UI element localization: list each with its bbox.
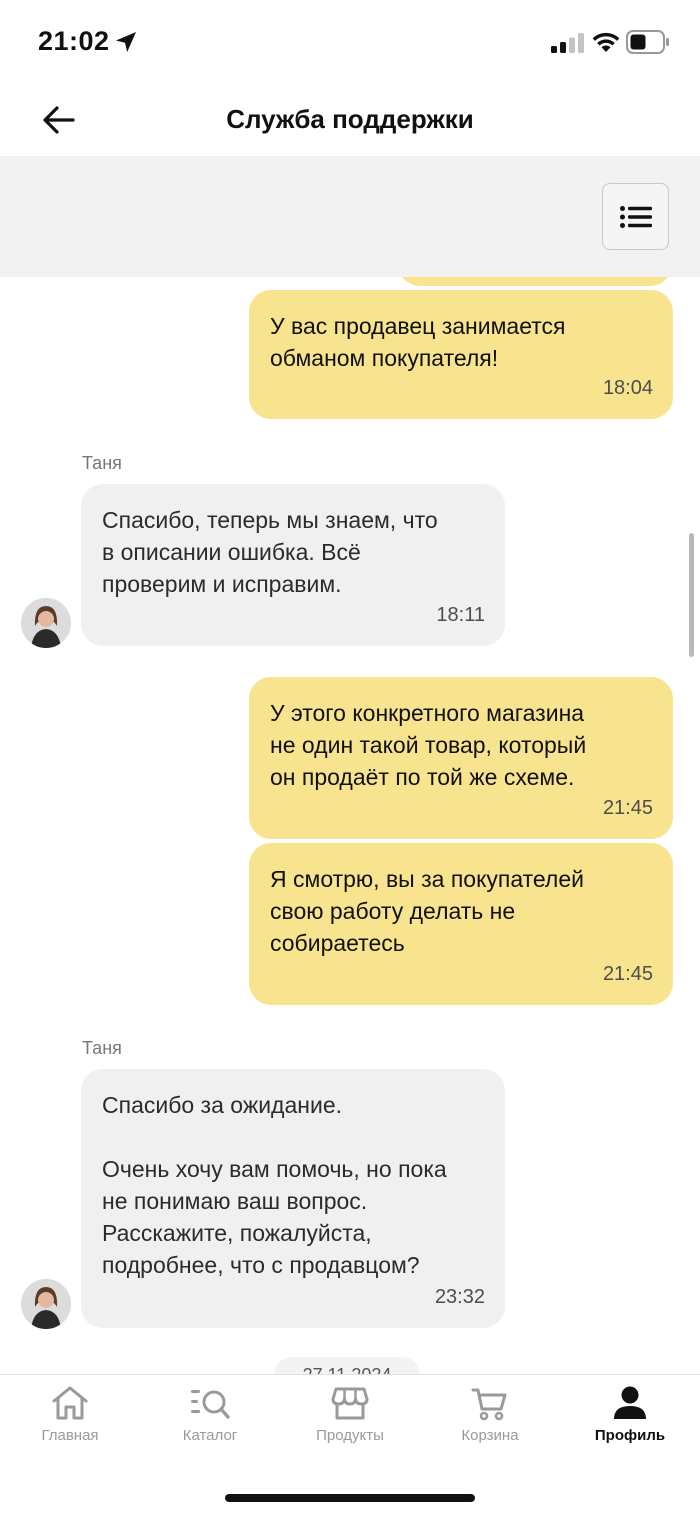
message-time: 23:32	[434, 1286, 485, 1308]
sender-name: Таня	[82, 453, 122, 473]
tab-products[interactable]: Продукты	[280, 1385, 420, 1444]
sender-name: Таня	[82, 1038, 122, 1058]
tab-label: Корзина	[461, 1427, 519, 1444]
app-header: Служба поддержки	[0, 84, 700, 156]
message-bubble-incoming: Спасибо, теперь мы знаем, что в описании…	[81, 484, 505, 646]
profile-icon	[614, 1386, 646, 1419]
operator-photo	[21, 1279, 71, 1329]
message-bubble-outgoing: У этого конкретного магазина не один так…	[249, 677, 673, 839]
message-text: У этого конкретного магазина не один так…	[270, 700, 587, 790]
page-title: Служба поддержки	[226, 104, 474, 134]
wifi-icon	[592, 32, 620, 52]
operator-photo	[21, 598, 71, 648]
store-icon	[331, 1387, 369, 1420]
message-text: Я смотрю, вы за покупателей свою работу …	[270, 866, 584, 956]
message-time: 18:04	[602, 377, 653, 399]
scrollbar[interactable]	[689, 533, 694, 657]
message-time: 18:11	[436, 604, 485, 626]
list-icon	[619, 205, 652, 228]
message-bubble-partial	[398, 277, 672, 286]
tab-label: Каталог	[182, 1427, 238, 1444]
battery-icon	[626, 30, 669, 54]
home-indicator[interactable]	[225, 1494, 475, 1502]
tab-catalog[interactable]: Каталог	[140, 1385, 280, 1444]
message-bubble-outgoing: Я смотрю, вы за покупателей свою работу …	[249, 843, 673, 1005]
tab-cart[interactable]: Корзина	[420, 1385, 560, 1444]
catalog-search-icon	[191, 1390, 230, 1419]
message-bubble-outgoing: У вас продавец занимается обманом покупа…	[249, 290, 673, 419]
tab-label: Продукты	[316, 1427, 384, 1444]
message-text: У вас продавец занимается обманом покупа…	[270, 313, 566, 371]
tab-bar: Главная Каталог Продукты Корзина Профиль	[0, 1374, 700, 1515]
signal-icon	[551, 33, 584, 53]
date-separator: 27.11.2024	[274, 1357, 420, 1374]
menu-button[interactable]	[602, 183, 669, 250]
location-arrow-icon	[116, 32, 136, 52]
tab-profile[interactable]: Профиль	[560, 1385, 700, 1444]
message-time: 21:45	[602, 963, 653, 985]
status-time: 21:02	[38, 26, 110, 56]
cart-icon	[471, 1388, 507, 1421]
message-text: Спасибо за ожидание. Очень хочу вам помо…	[102, 1092, 447, 1278]
avatar[interactable]	[21, 1279, 71, 1329]
tab-home[interactable]: Главная	[0, 1385, 140, 1444]
tab-label: Профиль	[594, 1427, 666, 1444]
tab-label: Главная	[41, 1427, 99, 1444]
message-time: 21:45	[602, 797, 653, 819]
chat-toolbar	[0, 156, 700, 277]
status-bar: 21:02	[0, 0, 700, 84]
message-bubble-incoming: Спасибо за ожидание. Очень хочу вам помо…	[81, 1069, 505, 1328]
message-text: Спасибо, теперь мы знаем, что в описании…	[102, 507, 438, 597]
home-icon	[52, 1386, 88, 1420]
avatar[interactable]	[21, 598, 71, 648]
chat-thread[interactable]: У вас продавец занимается обманом покупа…	[0, 277, 700, 1374]
